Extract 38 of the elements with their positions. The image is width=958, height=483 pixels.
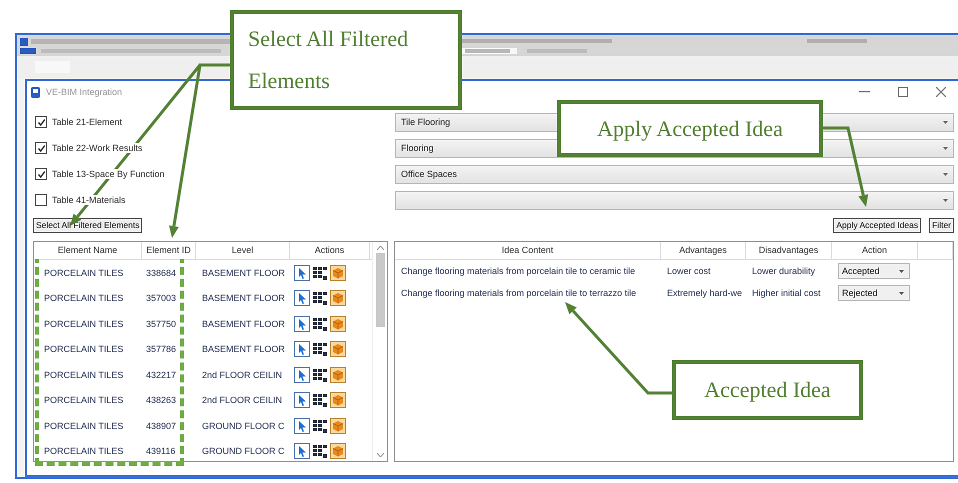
table-cell-text: PORCELAIN TILES (43, 344, 124, 354)
table-cell-text: PORCELAIN TILES (43, 370, 124, 380)
table-cell-text: PORCELAIN TILES (43, 318, 124, 329)
checkbox-label: Table 13-Space By Function (52, 169, 165, 179)
table-cell-text: 338684 (145, 268, 178, 278)
table-cell-text: PORCELAIN TILES (43, 420, 124, 431)
table-cell-text: 438907 (145, 420, 178, 431)
checkbox-label: Table 41-Materials (52, 195, 126, 205)
table-cell-text: 2nd FLOOR CEILIN (201, 395, 284, 406)
table-cell-text: BASEMENT FLOOR (201, 268, 286, 278)
table-cell-text: 438263 (145, 395, 178, 406)
table-cell-text: 357003 (145, 293, 178, 304)
table-cell-text: Lower cost (666, 266, 712, 276)
table-cell-text: BASEMENT FLOOR (201, 293, 286, 304)
table-cell-text: 357786 (145, 344, 178, 354)
table-cell-text: PORCELAIN TILES (43, 446, 124, 456)
dialog-title: VE-BIM Integration (46, 87, 122, 97)
callout-tooltip: Accepted Idea (672, 360, 863, 420)
callout-tooltip: Apply Accepted Idea (557, 100, 823, 157)
table-cell-text: 432217 (145, 370, 178, 380)
table-cell-text: Extremely hard-we (666, 288, 744, 298)
table-cell-text: BASEMENT FLOOR (201, 344, 286, 354)
table-cell-text: 2nd FLOOR CEILIN (201, 370, 284, 380)
table-cell-text: 439116 (145, 446, 176, 456)
table-cell-text: Higher initial cost (751, 288, 822, 298)
table-cell-text: PORCELAIN TILES (43, 293, 124, 304)
table-cell-text: PORCELAIN TILES (43, 268, 124, 278)
table-cell-text: BASEMENT FLOOR (201, 318, 286, 329)
table-cell-text: GROUND FLOOR C (201, 420, 286, 431)
table-cell-text: GROUND FLOOR C (201, 446, 286, 456)
checkbox-label: Table 22-Work Results (52, 143, 142, 153)
table-cell-text: PORCELAIN TILES (43, 395, 124, 406)
table-cell-text: Lower durability (751, 266, 816, 276)
checkbox-label: Table 21-Element (52, 117, 122, 127)
column-header: Element ID (142, 242, 196, 259)
callout-tooltip: Select All Filtered Elements (230, 10, 462, 110)
table-cell-text: 357750 (145, 318, 178, 329)
column-header: Element Name (34, 242, 142, 259)
